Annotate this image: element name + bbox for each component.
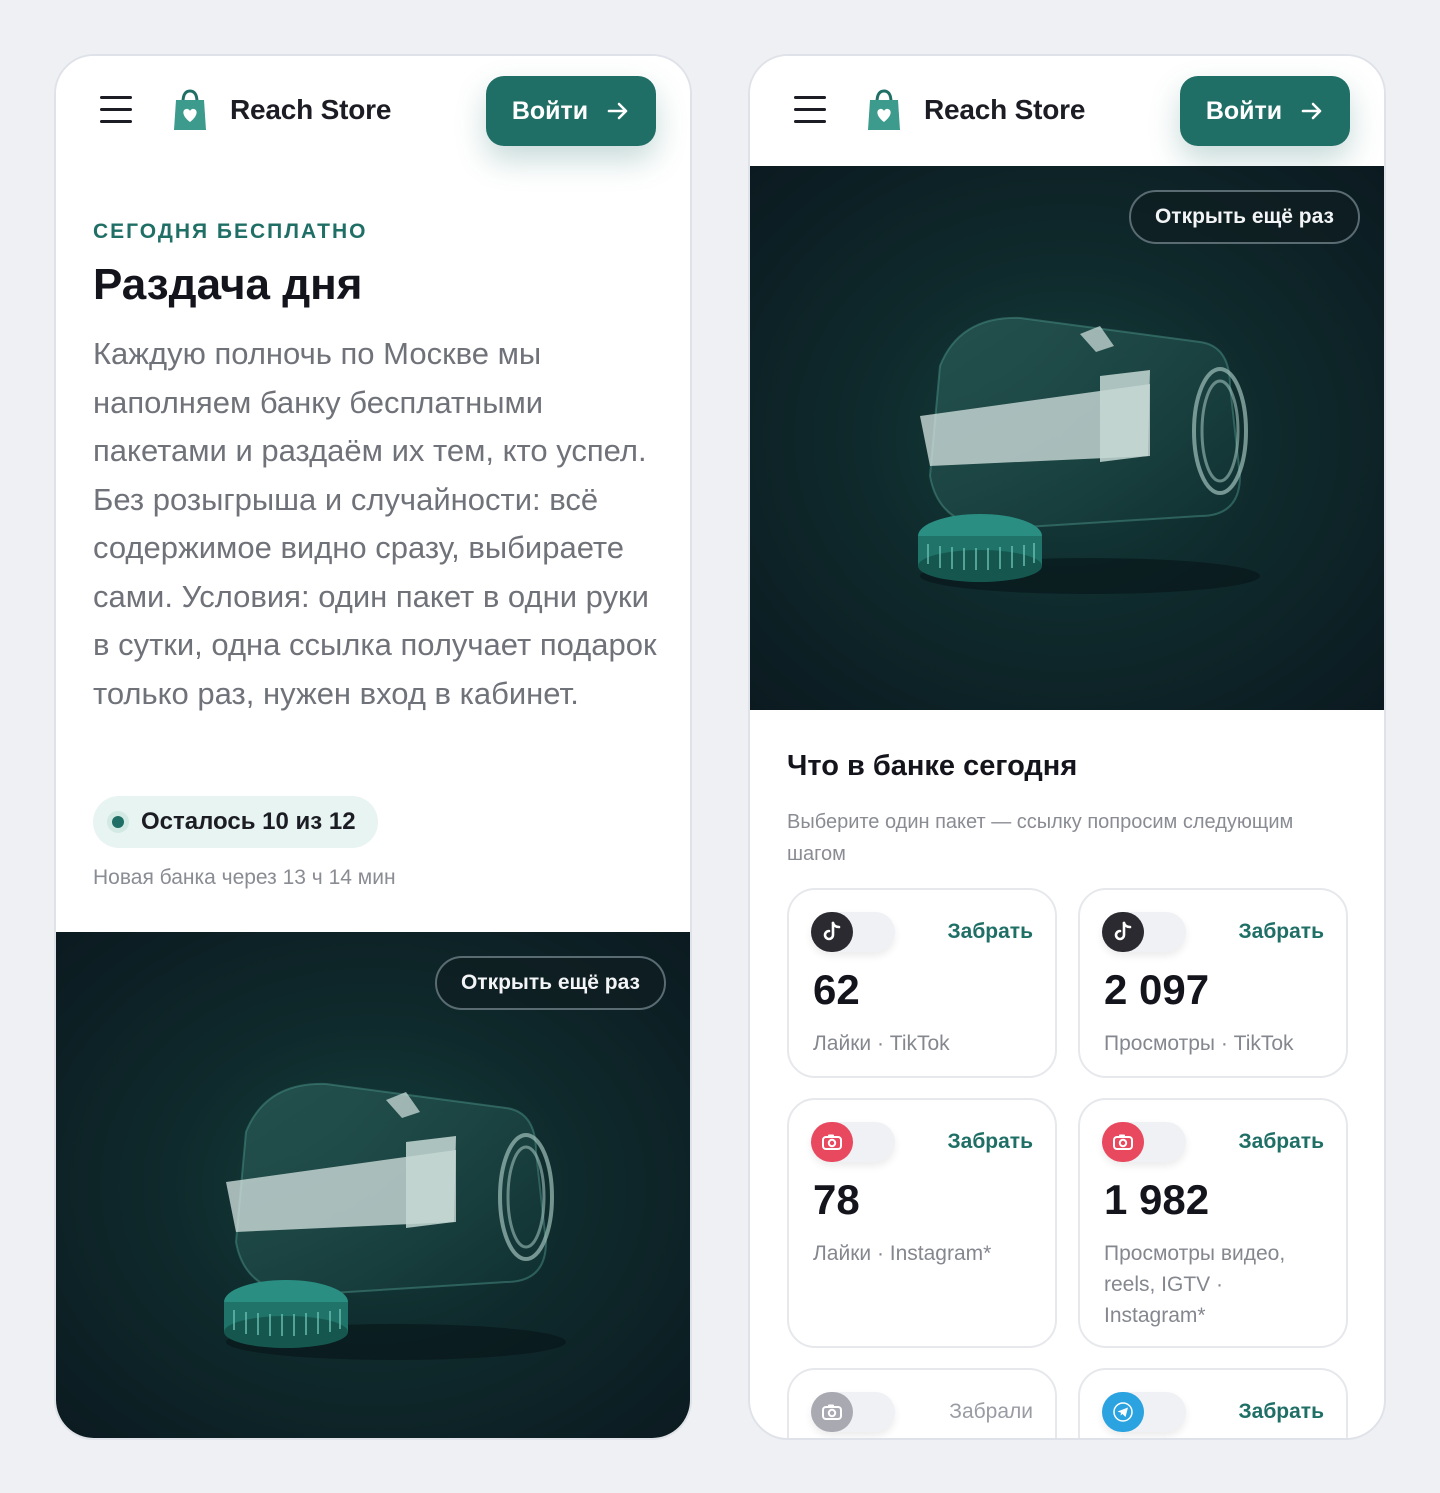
package-card[interactable]: Забрать 1 982 Просмотры видео, reels, IG… bbox=[1078, 1098, 1348, 1348]
jar-illustration bbox=[918, 316, 1260, 594]
grab-button[interactable]: Забрать bbox=[1238, 1130, 1324, 1154]
grab-button[interactable]: Забрать bbox=[1238, 1400, 1324, 1424]
platform-toggle bbox=[1102, 1392, 1186, 1432]
package-card[interactable]: Забрать bbox=[1078, 1368, 1348, 1438]
package-card[interactable]: Забрать 62 Лайки · TikTok bbox=[787, 888, 1057, 1078]
login-button[interactable]: Войти bbox=[1180, 76, 1350, 146]
arrow-right-icon bbox=[1301, 102, 1322, 120]
tiktok-icon bbox=[1114, 921, 1132, 941]
shopping-bag-icon[interactable] bbox=[866, 88, 902, 132]
package-amount: 2 097 bbox=[1104, 966, 1210, 1013]
camera-icon bbox=[1113, 1134, 1133, 1150]
jar-media: Открыть ещё раз bbox=[750, 166, 1384, 710]
package-label: Просмотры видео, reels, IGTV · Instagram… bbox=[1104, 1242, 1286, 1327]
reopen-button[interactable]: Открыть ещё раз bbox=[434, 956, 666, 1010]
shopping-bag-icon[interactable] bbox=[172, 88, 208, 132]
remaining-badge: Осталось 10 из 12 bbox=[93, 796, 378, 848]
section-subtitle: Выберите один пакет — ссылку попросим сл… bbox=[787, 811, 1294, 865]
platform-toggle bbox=[1102, 912, 1186, 952]
status-dot-icon bbox=[107, 811, 129, 833]
taken-status: Забрали bbox=[949, 1400, 1033, 1423]
header: Reach Store Войти bbox=[56, 56, 690, 166]
telegram-icon bbox=[1113, 1402, 1133, 1422]
remaining-text: Осталось 10 из 12 bbox=[141, 808, 356, 835]
description: Каждую полночь по Москве мы наполняем ба… bbox=[93, 336, 657, 711]
grab-button[interactable]: Забрать bbox=[947, 920, 1033, 944]
platform-toggle bbox=[811, 912, 895, 952]
package-amount: 1 982 bbox=[1104, 1176, 1210, 1223]
phone-screen-left: Reach Store Войти СЕГОДНЯ БЕСПЛАТНО Разд… bbox=[54, 54, 692, 1440]
page-title: Раздача дня bbox=[93, 260, 363, 309]
package-card[interactable]: Забрать 2 097 Просмотры · TikTok bbox=[1078, 888, 1348, 1078]
jar-illustration bbox=[224, 1082, 566, 1360]
platform-toggle bbox=[811, 1122, 895, 1162]
menu-icon[interactable] bbox=[794, 96, 826, 124]
package-amount: 62 bbox=[813, 966, 860, 1013]
next-jar-timer: Новая банка через 13 ч 14 мин bbox=[93, 866, 396, 889]
brand-name[interactable]: Reach Store bbox=[230, 94, 391, 126]
login-label: Войти bbox=[1205, 96, 1283, 125]
package-label: Просмотры · TikTok bbox=[1104, 1032, 1294, 1055]
reopen-button[interactable]: Открыть ещё раз bbox=[1128, 190, 1360, 244]
grab-button[interactable]: Забрать bbox=[1238, 920, 1324, 944]
login-label: Войти bbox=[511, 96, 589, 125]
menu-icon[interactable] bbox=[100, 96, 132, 124]
grab-button[interactable]: Забрать bbox=[947, 1130, 1033, 1154]
arrow-right-icon bbox=[607, 102, 628, 120]
header: Reach Store Войти bbox=[750, 56, 1384, 166]
platform-toggle bbox=[1102, 1122, 1186, 1162]
package-amount: 78 bbox=[813, 1176, 860, 1223]
eyebrow: СЕГОДНЯ БЕСПЛАТНО bbox=[93, 220, 368, 243]
package-label: Лайки · Instagram* bbox=[813, 1242, 992, 1265]
phone-screen-right: Reach Store Войти Открыть ещё раз Что в … bbox=[748, 54, 1386, 1440]
login-button[interactable]: Войти bbox=[486, 76, 656, 146]
camera-icon bbox=[822, 1134, 842, 1150]
camera-icon bbox=[822, 1404, 842, 1420]
package-label: Лайки · TikTok bbox=[813, 1032, 950, 1055]
section-title: Что в банке сегодня bbox=[787, 750, 1078, 782]
package-card[interactable]: Забрали bbox=[787, 1368, 1057, 1438]
platform-toggle bbox=[811, 1392, 895, 1432]
brand-name[interactable]: Reach Store bbox=[924, 94, 1085, 126]
jar-media: Открыть ещё раз bbox=[56, 932, 690, 1438]
tiktok-icon bbox=[823, 921, 841, 941]
package-card[interactable]: Забрать 78 Лайки · Instagram* bbox=[787, 1098, 1057, 1348]
